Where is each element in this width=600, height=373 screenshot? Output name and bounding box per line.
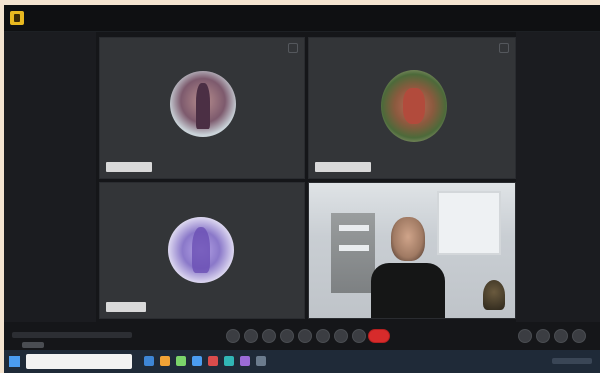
participants-button[interactable]: [298, 329, 312, 343]
taskbar-app-icon[interactable]: [160, 356, 170, 366]
end-call-button[interactable]: [368, 329, 390, 343]
call-controls-bar: [4, 322, 600, 350]
participant-tile-1[interactable]: [99, 37, 305, 179]
system-tray[interactable]: [552, 358, 592, 364]
raise-hand-button[interactable]: [352, 329, 366, 343]
participant-name-tag: [106, 302, 146, 312]
participant-video-tile[interactable]: [308, 182, 516, 319]
participant-body: [371, 263, 445, 318]
background-window: [437, 191, 501, 255]
share-screen-button[interactable]: [262, 329, 276, 343]
right-panel: [516, 32, 600, 322]
taskbar-app-icon[interactable]: [256, 356, 266, 366]
taskbar-search-input[interactable]: [26, 354, 132, 369]
chat-button[interactable]: [316, 329, 330, 343]
tile-menu-icon[interactable]: [288, 43, 298, 53]
taskbar-app-icon[interactable]: [192, 356, 202, 366]
app-logo-icon: [10, 11, 24, 25]
mic-button[interactable]: [226, 329, 240, 343]
taskbar-app-icon[interactable]: [240, 356, 250, 366]
participant-tile-2[interactable]: [308, 37, 516, 179]
meeting-info: [12, 332, 132, 348]
settings-button[interactable]: [536, 329, 550, 343]
background-plant: [483, 280, 505, 310]
layout-button[interactable]: [518, 329, 532, 343]
participant-name-tag: [315, 162, 371, 172]
meeting-window: [4, 5, 600, 373]
participant-avatar: [170, 71, 236, 137]
fullscreen-button[interactable]: [554, 329, 568, 343]
participant-name-tag: [106, 162, 152, 172]
camera-button[interactable]: [244, 329, 258, 343]
title-bar: [4, 5, 600, 32]
participant-avatar: [168, 217, 234, 283]
taskbar-app-icon[interactable]: [224, 356, 234, 366]
participant-avatar: [381, 70, 447, 142]
start-icon[interactable]: [9, 356, 20, 367]
participant-tile-3[interactable]: [99, 182, 305, 319]
menu-button[interactable]: [572, 329, 586, 343]
participant-face: [391, 217, 425, 261]
taskbar-app-icon[interactable]: [144, 356, 154, 366]
taskbar-app-icon[interactable]: [176, 356, 186, 366]
left-panel: [4, 32, 96, 322]
more-options-button[interactable]: [334, 329, 348, 343]
tile-menu-icon[interactable]: [499, 43, 509, 53]
os-taskbar: [4, 350, 600, 373]
reactions-button[interactable]: [280, 329, 294, 343]
taskbar-app-icon[interactable]: [208, 356, 218, 366]
